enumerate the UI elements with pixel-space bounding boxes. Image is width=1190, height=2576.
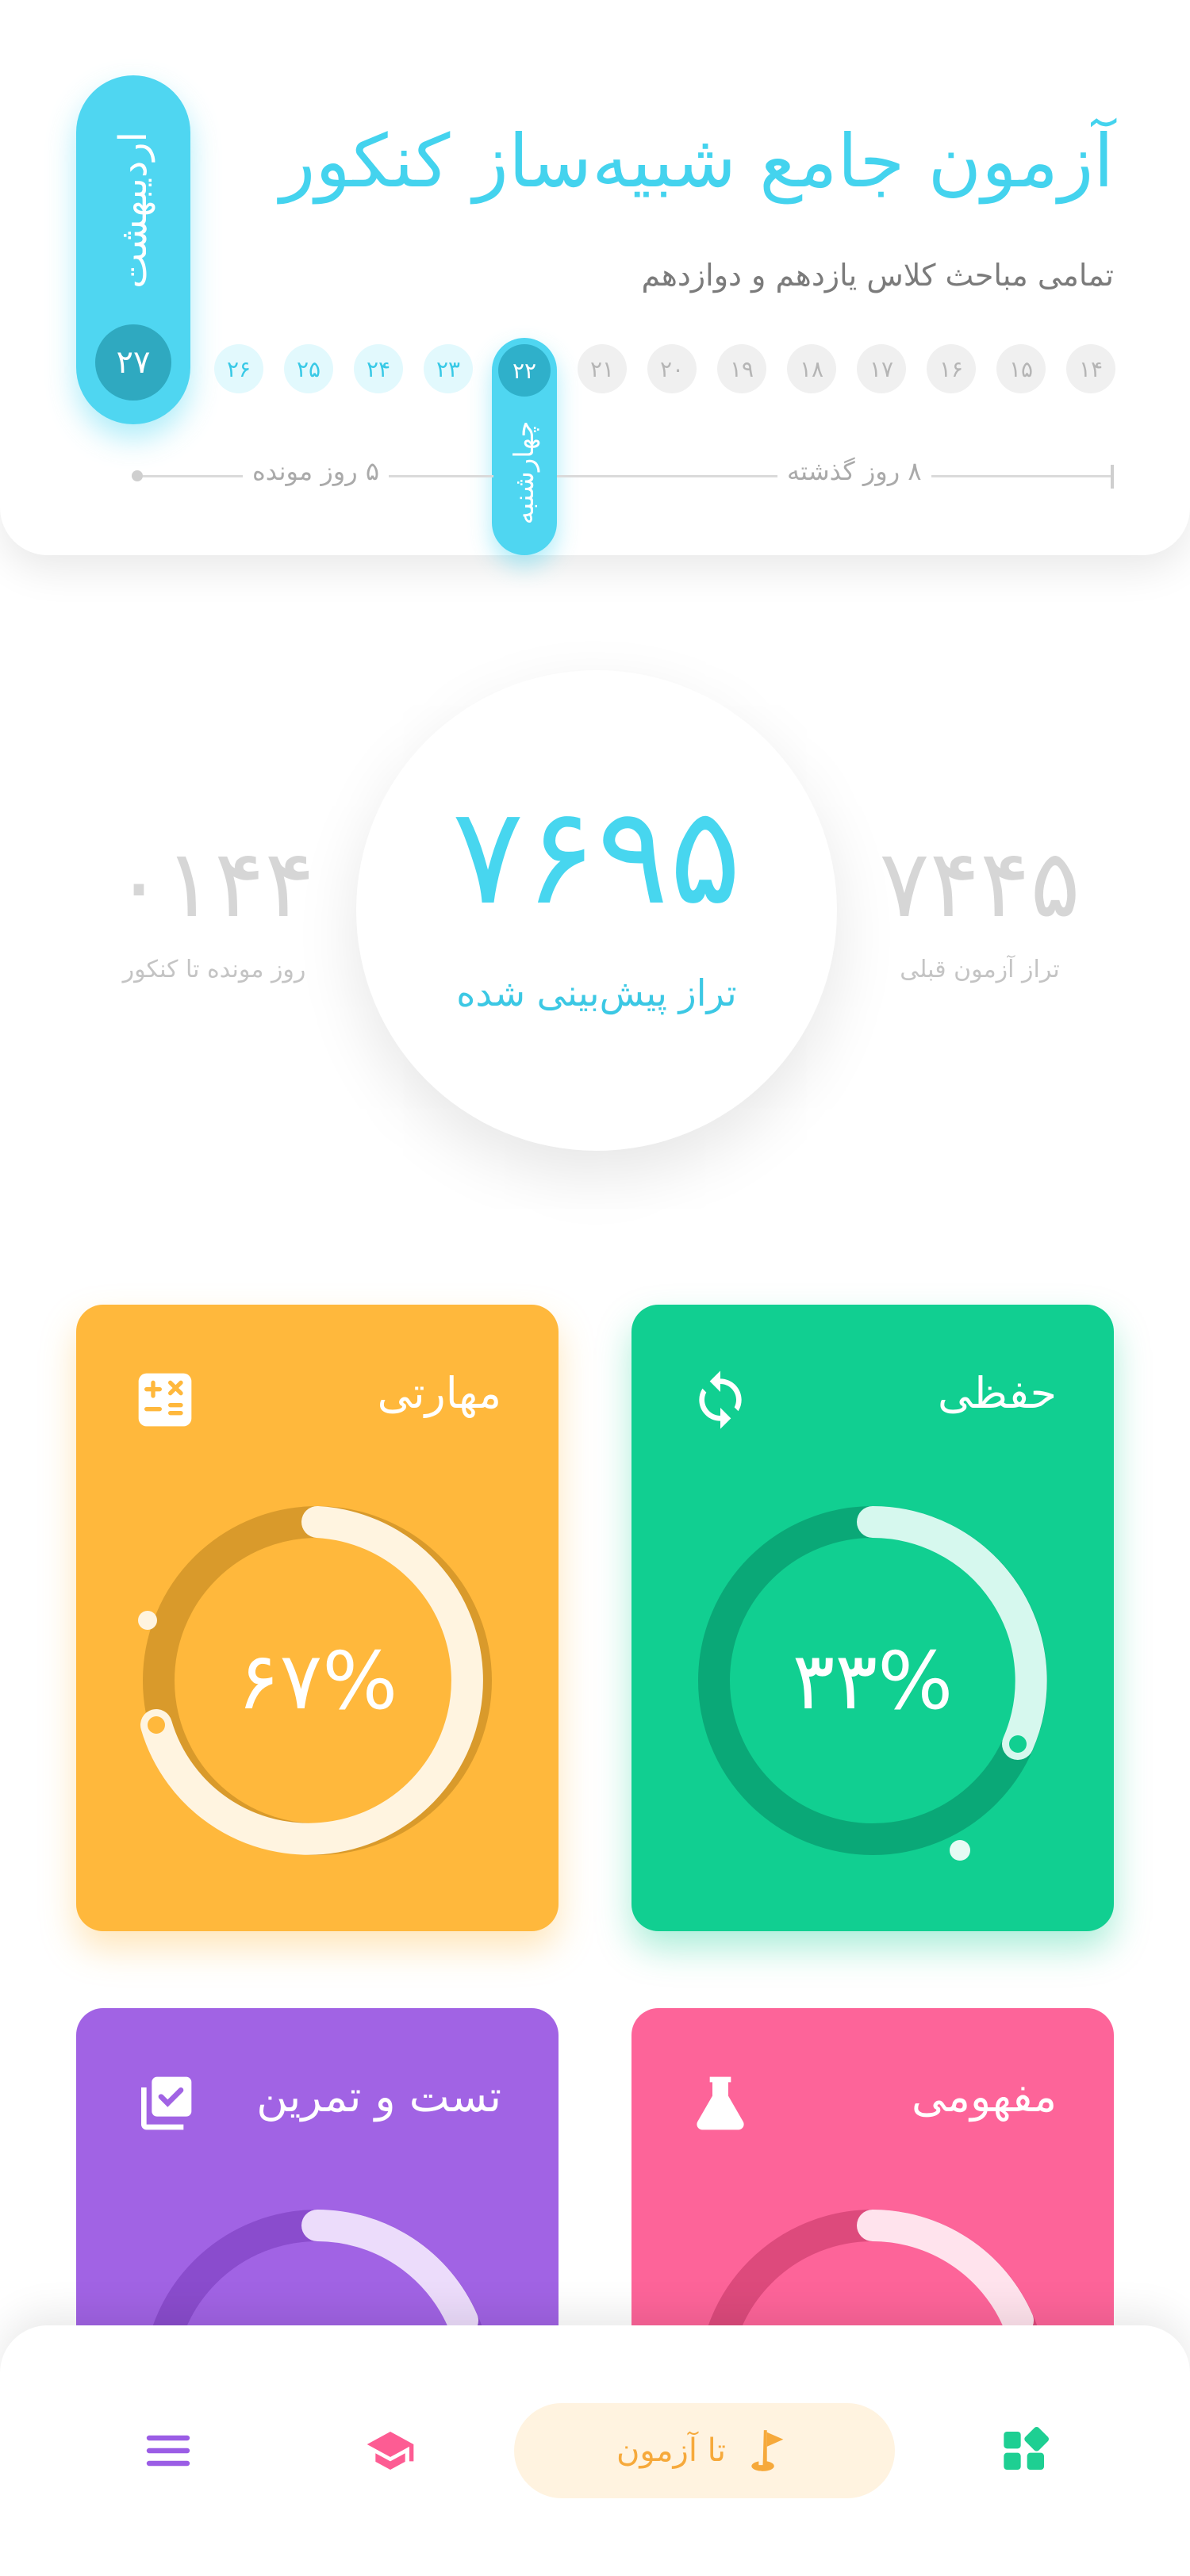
exam-tab-label: تا آزمون: [616, 2432, 726, 2469]
predicted-score-label: تراز پیش‌بینی شده: [456, 972, 737, 1014]
card-title: حفظی: [937, 1368, 1057, 1418]
progress-percent: ۶۷%: [236, 1634, 398, 1727]
timeline-start-cap: [1111, 465, 1114, 489]
days-left-label: ۵ روز مونده: [243, 456, 390, 486]
calendar-day[interactable]: ۲۶: [214, 344, 263, 393]
exam-tab-button[interactable]: تا آزمون: [514, 2403, 895, 2498]
calendar-day[interactable]: ۱۸: [787, 344, 836, 393]
grid-icon[interactable]: [992, 2417, 1058, 2484]
page-subtitle: تمامی مباحث کلاس یازدهم و دوازدهم: [641, 258, 1114, 293]
bottom-navigation: تا آزمون: [0, 2325, 1190, 2576]
days-passed-label: ۸ روز گذشته: [777, 456, 931, 486]
calculator-icon: [133, 1368, 197, 1432]
calendar-day[interactable]: ۱۶: [927, 344, 976, 393]
today-day: ۲۲: [498, 344, 551, 397]
calendar-day[interactable]: ۱۴: [1066, 344, 1115, 393]
card-title: مفهومی: [912, 2072, 1057, 2122]
previous-score-value: ۷۴۴۵: [879, 829, 1081, 938]
previous-score-label: تراز آزمون قبلی: [900, 956, 1060, 983]
calendar-day[interactable]: ۱۷: [857, 344, 906, 393]
days-to-konkur-label: روز مونده تا کنکور: [122, 956, 306, 983]
month-label: اردیبهشت: [111, 132, 155, 289]
card-title: مهارتی: [377, 1368, 501, 1418]
exam-header: آزمون جامع شبیه‌ساز کنکور تمامی مباحث کل…: [0, 0, 1190, 555]
today-weekday: چهارشنبه: [509, 420, 540, 525]
graduation-cap-icon[interactable]: [357, 2417, 424, 2484]
category-card-skill[interactable]: مهارتی ۶۷%: [76, 1305, 559, 1931]
flask-icon: [689, 2072, 752, 2135]
category-card-memorization[interactable]: حفظی ۳۳%: [631, 1305, 1114, 1931]
predicted-score-value: ۷۶۹۵: [451, 778, 742, 935]
calendar-day[interactable]: ۲۱: [578, 344, 627, 393]
today-pill[interactable]: ۲۲ چهارشنبه: [492, 338, 557, 555]
checklist-icon: [133, 2072, 197, 2135]
calendar-day[interactable]: ۱۹: [717, 344, 766, 393]
predicted-score-circle: ۷۶۹۵ تراز پیش‌بینی شده: [356, 670, 837, 1151]
progress-percent: ۳۳%: [792, 1634, 954, 1727]
refresh-icon: [689, 1368, 752, 1432]
page-title: آزمون جامع شبیه‌ساز کنکور: [279, 119, 1114, 204]
calendar-day[interactable]: ۲۰: [647, 344, 697, 393]
calendar-day[interactable]: ۲۴: [354, 344, 403, 393]
card-title: تست و تمرین: [256, 2072, 501, 2122]
menu-icon[interactable]: [135, 2417, 202, 2484]
exam-day: ۲۷: [95, 324, 171, 401]
days-to-konkur-value: ۰۱۴۴: [113, 829, 315, 938]
golf-flag-icon: [751, 2430, 784, 2471]
calendar-day[interactable]: ۲۵: [284, 344, 333, 393]
timeline-end-dot: [132, 470, 143, 481]
exam-date-pill[interactable]: اردیبهشت ۲۷: [76, 75, 190, 424]
calendar-day[interactable]: ۱۵: [996, 344, 1046, 393]
calendar-day[interactable]: ۲۳: [424, 344, 473, 393]
